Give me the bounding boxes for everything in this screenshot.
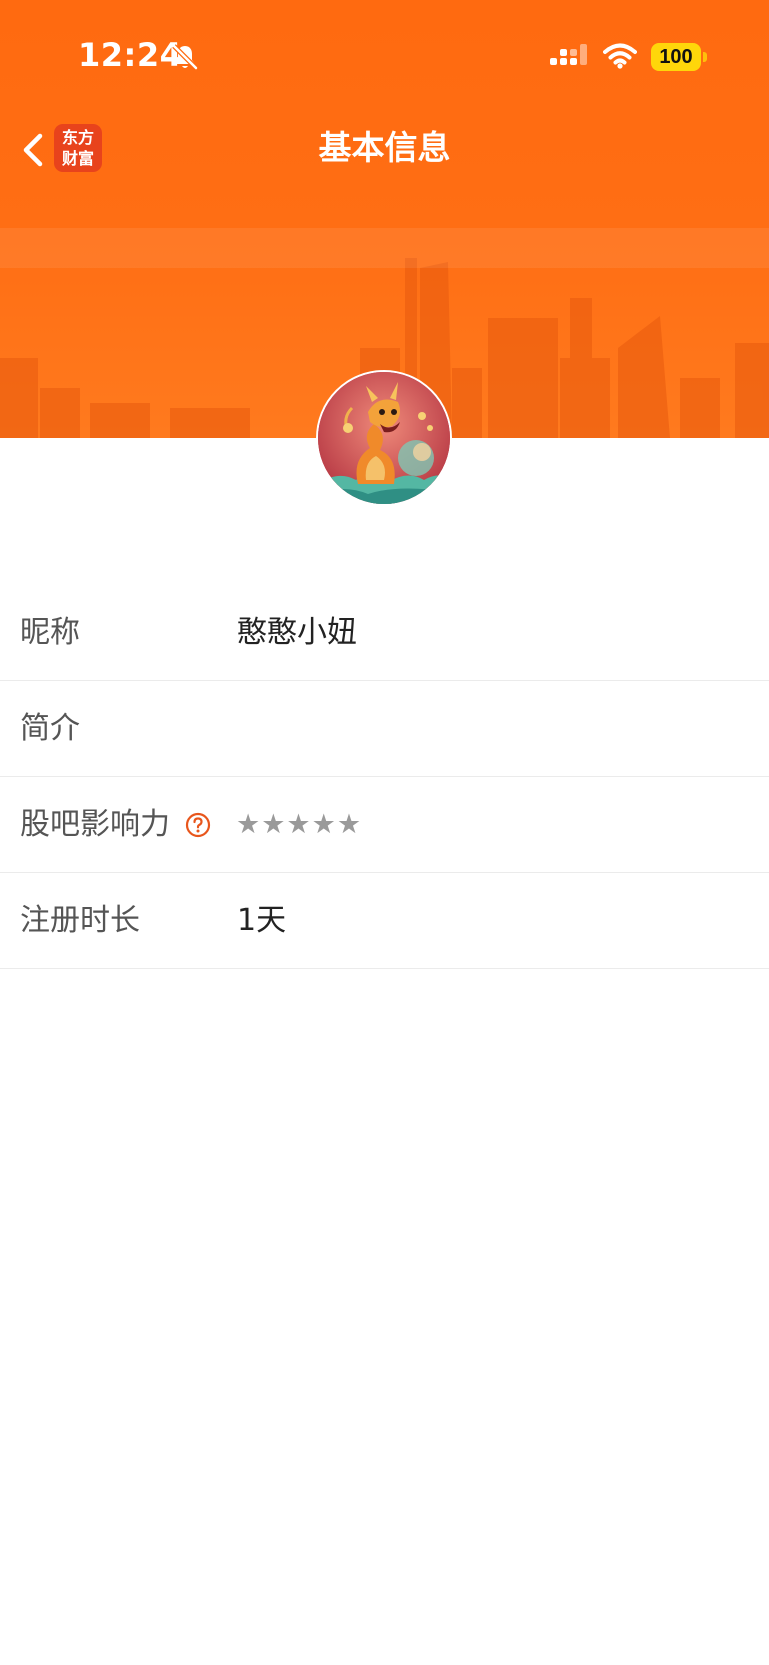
bell-muted-icon: [172, 44, 198, 70]
battery-tip: [703, 52, 707, 62]
page-title: 基本信息: [318, 128, 451, 167]
nickname-label: 昵称: [20, 615, 80, 650]
influence-row: 股吧影响力 ★★★★★: [0, 777, 769, 873]
nickname-value: 憨憨小妞: [237, 615, 357, 650]
registration-value: 1天: [237, 903, 287, 938]
avatar[interactable]: [316, 370, 452, 506]
registration-label: 注册时长: [20, 903, 140, 938]
influence-label: 股吧影响力: [20, 807, 170, 842]
status-bar: 12:24 100: [0, 0, 769, 110]
bio-row: 简介: [0, 681, 769, 777]
question-circle-icon[interactable]: [185, 812, 211, 838]
wifi-icon: [603, 43, 637, 69]
dragon-avatar-icon: [318, 372, 450, 504]
influence-stars: ★★★★★: [236, 809, 363, 840]
status-time: 12:24: [78, 36, 183, 74]
battery-icon: 100: [651, 43, 701, 71]
bio-label: 简介: [20, 711, 80, 746]
profile-info-list: 昵称 憨憨小妞 简介 股吧影响力 ★★★★★ 注册时长 1天: [0, 585, 769, 969]
nickname-row: 昵称 憨憨小妞: [0, 585, 769, 681]
cellular-signal-icon: [550, 44, 587, 65]
registration-row: 注册时长 1天: [0, 873, 769, 969]
